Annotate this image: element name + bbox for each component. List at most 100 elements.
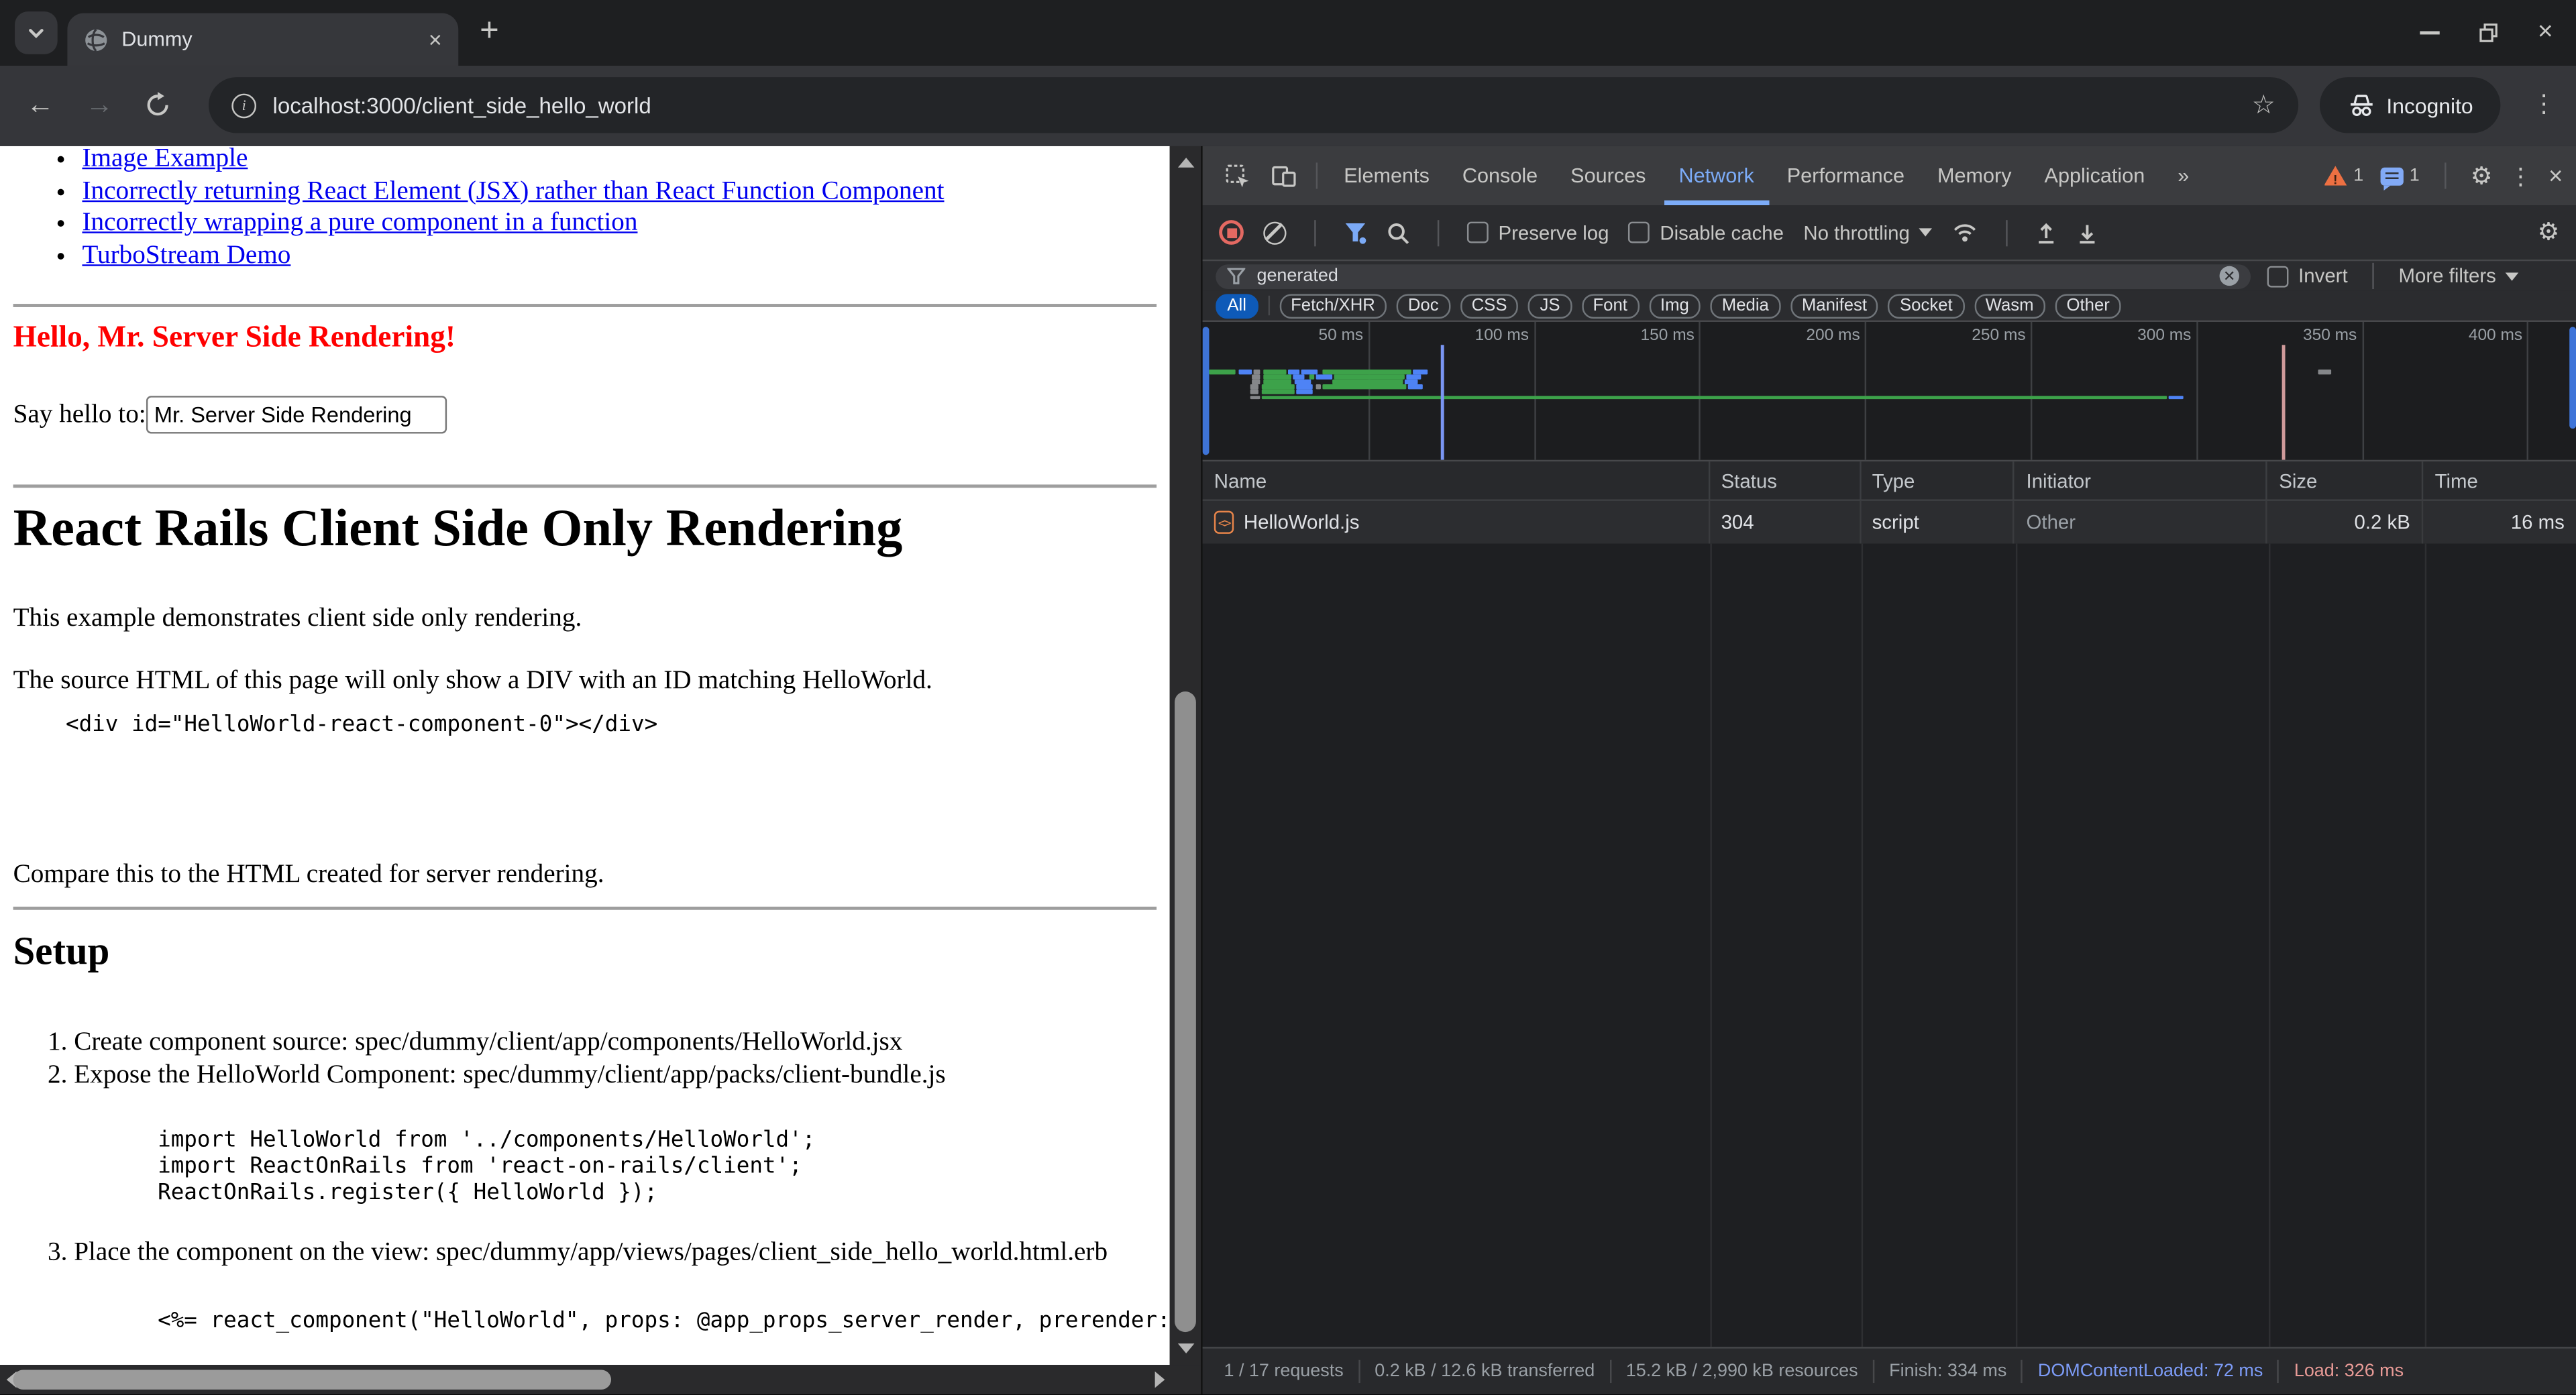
tab-console[interactable]: Console (1448, 146, 1552, 205)
name-input[interactable] (146, 396, 447, 433)
filter-input[interactable]: generated ✕ (1216, 264, 2251, 288)
network-conditions-icon[interactable] (1952, 221, 1978, 243)
record-network-log-button[interactable] (1219, 220, 1244, 245)
minimize-icon[interactable] (2420, 32, 2439, 35)
status-requests: 1 / 17 requests (1209, 1361, 1358, 1381)
tab-sources[interactable]: Sources (1556, 146, 1660, 205)
say-hello-row: Say hello to: (13, 396, 447, 433)
import-har-icon[interactable] (2036, 221, 2057, 243)
export-har-icon[interactable] (2078, 221, 2099, 243)
divider (13, 907, 1157, 910)
waterfall-bar-gray (1252, 380, 1260, 384)
timeline-tick-label: 250 ms (1943, 327, 2025, 345)
chip-manifest[interactable]: Manifest (1790, 293, 1878, 318)
chip-all[interactable]: All (1216, 293, 1258, 318)
reload-icon[interactable] (145, 92, 171, 118)
column-header-status[interactable]: Status (1709, 461, 1860, 499)
link-turbostream[interactable]: TurboStream Demo (82, 241, 290, 269)
chip-doc[interactable]: Doc (1397, 293, 1450, 318)
waterfall-bar-green (1322, 370, 1411, 374)
setup-steps: Create component source: spec/dummy/clie… (13, 1027, 1170, 1335)
clear-filter-icon[interactable]: ✕ (2220, 266, 2239, 286)
invert-filter-toggle[interactable]: Invert (2267, 264, 2348, 287)
tab-elements[interactable]: Elements (1329, 146, 1444, 205)
link-incorrect-wrap[interactable]: Incorrectly wrapping a pure component in… (82, 209, 637, 237)
waterfall-bar-green (1309, 375, 1313, 379)
inspect-element-button[interactable] (1216, 154, 1258, 197)
waterfall-bar-green (1263, 385, 1295, 389)
tab-close-button[interactable]: × (429, 28, 442, 51)
chip-other[interactable]: Other (2055, 293, 2121, 318)
preserve-log-toggle[interactable]: Preserve log (1467, 221, 1609, 243)
timeline-gridline (1699, 322, 1701, 460)
tab-application[interactable]: Application (2029, 146, 2159, 205)
chip-socket[interactable]: Socket (1888, 293, 1964, 318)
tab-network[interactable]: Network (1664, 146, 1768, 205)
chip-font[interactable]: Font (1581, 293, 1639, 318)
column-header-type[interactable]: Type (1860, 461, 2015, 499)
column-header-size[interactable]: Size (2267, 461, 2423, 499)
console-messages-icon[interactable] (2380, 167, 2403, 185)
search-icon[interactable] (1387, 221, 1409, 243)
address-bar[interactable]: i localhost:3000/client_side_hello_world… (209, 77, 2298, 133)
chip-js[interactable]: JS (1528, 293, 1571, 318)
network-settings-gear-icon[interactable]: ⚙ (2538, 220, 2560, 245)
new-tab-button[interactable]: + (480, 13, 499, 51)
vertical-scrollbar[interactable] (1170, 146, 1201, 1365)
waterfall-bar-gray (1254, 370, 1260, 374)
disable-cache-toggle[interactable]: Disable cache (1629, 221, 1784, 243)
tab-search-button[interactable] (15, 11, 58, 54)
device-toolbar-button[interactable] (1262, 154, 1305, 197)
devtools-settings-gear-icon[interactable]: ⚙ (2471, 164, 2493, 188)
devtools-close-icon[interactable]: × (2548, 162, 2563, 190)
column-divider (2016, 544, 2017, 1347)
chip-wasm[interactable]: Wasm (1974, 293, 2045, 318)
overview-right-handle[interactable] (2569, 327, 2576, 429)
timeline-tick-label: 350 ms (2275, 327, 2357, 345)
waterfall-bar-green (1322, 385, 1406, 389)
overview-left-handle[interactable] (1203, 327, 1210, 455)
requests-table-body[interactable] (1203, 544, 2576, 1347)
horizontal-scrollbar[interactable] (0, 1365, 1201, 1394)
back-icon[interactable]: ← (26, 89, 54, 121)
close-window-icon[interactable]: × (2538, 18, 2553, 48)
chip-img[interactable]: Img (1649, 293, 1701, 318)
request-time: 16 ms (2423, 501, 2575, 544)
scroll-up-arrow-icon[interactable] (1178, 158, 1194, 168)
bookmark-star-icon[interactable]: ☆ (2252, 89, 2275, 121)
browser-menu-icon[interactable]: ⋮ (2532, 89, 2557, 118)
site-info-icon[interactable]: i (231, 93, 256, 117)
scroll-right-arrow-icon[interactable] (1155, 1372, 1165, 1388)
link-incorrect-jsx[interactable]: Incorrectly returning React Element (JSX… (82, 176, 944, 205)
column-header-initiator[interactable]: Initiator (2015, 461, 2267, 499)
network-overview-waterfall[interactable]: 50 ms100 ms150 ms200 ms250 ms300 ms350 m… (1203, 322, 2576, 461)
horizontal-scrollbar-thumb[interactable] (13, 1370, 611, 1389)
chip-fetch-xhr[interactable]: Fetch/XHR (1279, 293, 1387, 318)
chip-css[interactable]: CSS (1460, 293, 1518, 318)
disable-cache-checkbox[interactable] (1629, 222, 1650, 243)
scroll-down-arrow-icon[interactable] (1178, 1343, 1194, 1353)
timeline-tick-label: 300 ms (2109, 327, 2191, 345)
filter-funnel-icon[interactable] (1344, 221, 1366, 243)
table-row-helloworld-js[interactable]: <> HelloWorld.js 304 script Other 0.2 kB… (1203, 501, 2576, 544)
tab-memory[interactable]: Memory (1923, 146, 2027, 205)
warning-icon[interactable] (2324, 166, 2347, 185)
waterfall-bar-green (1334, 375, 1405, 379)
browser-tab-dummy[interactable]: Dummy × (67, 13, 458, 66)
devtools-menu-icon[interactable]: ⋮ (2509, 162, 2532, 190)
column-header-time[interactable]: Time (2423, 461, 2575, 499)
more-tabs-button[interactable]: » (2163, 146, 2204, 205)
waterfall-bar-blue (1295, 380, 1310, 384)
tab-performance[interactable]: Performance (1772, 146, 1919, 205)
more-filters-dropdown[interactable]: More filters (2399, 264, 2520, 287)
throttling-dropdown[interactable]: No throttling (1803, 221, 1933, 243)
chip-media[interactable]: Media (1711, 293, 1780, 318)
restore-icon[interactable] (2479, 23, 2498, 42)
column-header-name[interactable]: Name (1203, 461, 1710, 499)
clear-network-log-icon[interactable] (1263, 221, 1286, 243)
link-image-example[interactable]: Image Example (82, 146, 248, 172)
vertical-scrollbar-thumb[interactable] (1175, 691, 1196, 1332)
forward-icon[interactable]: → (85, 89, 113, 121)
invert-checkbox[interactable] (2267, 266, 2289, 287)
preserve-log-checkbox[interactable] (1467, 222, 1489, 243)
